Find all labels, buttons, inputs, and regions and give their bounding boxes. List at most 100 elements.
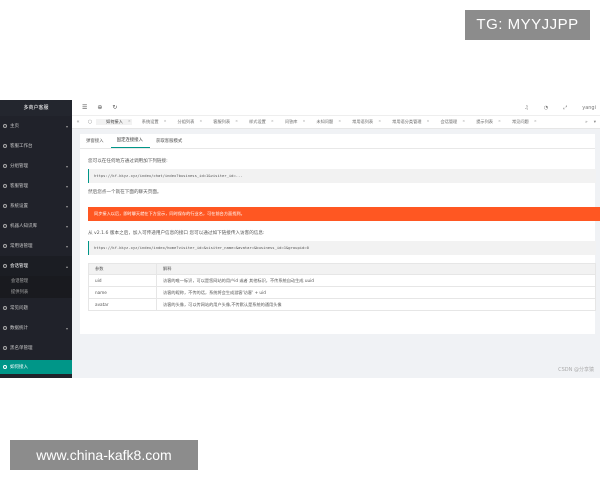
- close-icon[interactable]: ×: [164, 119, 167, 123]
- home-tab-icon[interactable]: ○: [84, 119, 96, 125]
- tab-4[interactable]: 样式设置 ×: [239, 119, 275, 125]
- bell-icon[interactable]: ♫: [524, 105, 528, 111]
- sidebar-item-a1[interactable]: 数据统计 ▾: [0, 318, 72, 338]
- close-icon[interactable]: ×: [338, 119, 341, 123]
- chevron-down-icon: ▾: [65, 183, 68, 189]
- circle-icon: [3, 346, 7, 350]
- sidebar: 多商户客服 主页 ▾ 客服工作台 分组管理 ▾ 客服管理 ▾ 系统设置 ▾ 机器人知识库 ▾ 常用语管…: [0, 100, 72, 378]
- tab-0[interactable]: 如何接入 ×: [96, 119, 132, 125]
- close-icon[interactable]: ×: [534, 119, 537, 123]
- subtab-1[interactable]: 固定连接接入: [110, 137, 150, 148]
- tab-8[interactable]: 常用语分类管理 ×: [382, 119, 430, 125]
- sidebar-item-label: 常用语管理: [10, 244, 33, 249]
- main-area: ☰ ⊕ ↻ ♫ ◔ ⤢ yangi « ○ 如何接入 × 系统设置 × 分组列表 × 客服列…: [72, 100, 600, 378]
- close-icon[interactable]: ×: [498, 119, 501, 123]
- param-explain: 访客的唯一标识，可以是您网站的用户id 或者 其他标识，不传系统自动生成 uui…: [156, 274, 596, 287]
- subtab-0[interactable]: 弹窗接入: [80, 138, 111, 148]
- fullscreen-icon[interactable]: ⤢: [563, 105, 567, 111]
- tabs-right-controls: » ▾: [580, 116, 600, 128]
- param-name: avatar: [88, 298, 157, 311]
- sidebar-item-label: 如何接入: [10, 365, 28, 370]
- tabs-prev-icon[interactable]: «: [72, 119, 84, 125]
- tab-3[interactable]: 客服列表 ×: [203, 119, 239, 125]
- sidebar-item-4[interactable]: 系统设置 ▾: [0, 196, 72, 216]
- sidebar-item-6[interactable]: 常用语管理 ▾: [0, 236, 72, 256]
- sidebar-item-label: 客服管理: [10, 184, 28, 189]
- version-line: 从 v2.1.6 版本之后，加入可传递用户信息的接口 您可以通过如下链接传入访客…: [88, 231, 265, 236]
- tab-11[interactable]: 常见问题 ×: [502, 119, 538, 125]
- subtab-2[interactable]: 获取客服模式: [150, 138, 189, 148]
- refresh-icon[interactable]: ↻: [112, 104, 117, 111]
- table-row: name 访客的昵称，不传的话，系统将会生成游客'访客' + uid: [88, 286, 596, 299]
- sidebar-item-label: 会话管理: [10, 264, 28, 269]
- globe-icon[interactable]: ⊕: [97, 104, 102, 111]
- user-name[interactable]: yangi: [582, 105, 596, 111]
- circle-icon: [3, 244, 7, 248]
- tab-label: 样式设置: [249, 119, 266, 124]
- circle-icon: [3, 306, 7, 310]
- close-icon[interactable]: ×: [462, 119, 465, 123]
- params-table: 参数 解释 uid 访客的唯一标识，可以是您网站的用户id 或者 其他标识，不传系…: [88, 263, 596, 311]
- sidebar-item-0[interactable]: 主页 ▾: [0, 116, 72, 136]
- close-icon[interactable]: ×: [302, 119, 305, 123]
- admin-app: 多商户客服 主页 ▾ 客服工作台 分组管理 ▾ 客服管理 ▾ 系统设置 ▾ 机器人知识库 ▾ 常用语管…: [0, 100, 600, 378]
- code-link-1: https://kf.kkyz.xyz/index/chat/index?bus…: [88, 169, 596, 183]
- table-row: uid 访客的唯一标识，可以是您网站的用户id 或者 其他标识，不传系统自动生成 …: [88, 274, 596, 287]
- close-icon[interactable]: ×: [128, 119, 131, 123]
- code-link-2: https://kf.kkyz.xyz/index/index/home?vis…: [88, 241, 596, 255]
- tab-label: 提示列表: [476, 119, 493, 124]
- subtabs: 弹窗接入 固定连接接入 获取客服模式: [80, 134, 595, 149]
- sidebar-item-a2[interactable]: 黑名单管理: [0, 338, 72, 358]
- circle-icon: [3, 164, 7, 168]
- sidebar-item-5[interactable]: 机器人知识库 ▾: [0, 216, 72, 236]
- tabs-next-icon[interactable]: »: [585, 120, 588, 125]
- tab-6[interactable]: 未知问题 ×: [306, 119, 342, 125]
- table-header-row: 参数 解释: [88, 263, 596, 275]
- tab-5[interactable]: 问答库 ×: [275, 119, 307, 125]
- tab-10[interactable]: 提示列表 ×: [466, 119, 502, 125]
- chevron-down-icon: ▾: [65, 203, 68, 209]
- tab-label: 常见问题: [511, 119, 529, 124]
- sidebar-item-a0[interactable]: 常见问题: [0, 298, 72, 318]
- circle-icon: [3, 124, 7, 128]
- topbar-right: ♫ ◔ ⤢ yangi: [509, 100, 596, 115]
- chevron-down-icon[interactable]: ▾: [594, 120, 596, 125]
- close-icon[interactable]: ×: [271, 119, 274, 123]
- sidebar-subitem-0[interactable]: 会话管理: [0, 276, 72, 287]
- intro-line: 您可以在任何地方通过调用加下列链接:: [88, 159, 168, 164]
- sidebar-item-label: 客服工作台: [10, 144, 33, 149]
- circle-icon: [3, 144, 7, 148]
- sidebar-item-7[interactable]: 会话管理 ▴: [0, 256, 72, 276]
- tab-1[interactable]: 系统设置 ×: [132, 119, 168, 125]
- chevron-down-icon: ▾: [65, 325, 68, 331]
- theme-icon[interactable]: ◔: [544, 105, 548, 111]
- sidebar-logo: 多商户客服: [0, 100, 72, 116]
- chevron-down-icon: ▾: [65, 123, 68, 129]
- chevron-down-icon: ▾: [65, 243, 68, 249]
- col-header-explain: 解释: [156, 263, 596, 275]
- sidebar-item-3[interactable]: 客服管理 ▾: [0, 176, 72, 196]
- menu-toggle-icon[interactable]: ☰: [82, 104, 87, 111]
- tab-9[interactable]: 会话管理 ×: [430, 119, 466, 125]
- close-icon[interactable]: ×: [235, 119, 238, 123]
- table-row: avatar 访客的头像，可以传网站的用户头像,不传默认是系统的通用头像: [88, 298, 596, 311]
- chevron-down-icon: ▾: [65, 223, 68, 229]
- chevron-up-icon: ▴: [65, 263, 68, 269]
- watermark-top: TG: MYYJJPP: [465, 10, 590, 40]
- close-icon[interactable]: ×: [199, 119, 202, 123]
- close-icon[interactable]: ×: [378, 119, 381, 123]
- sidebar-item-access[interactable]: 如何接入: [0, 360, 72, 374]
- sidebar-item-2[interactable]: 分组管理 ▾: [0, 156, 72, 176]
- close-icon[interactable]: ×: [427, 119, 430, 123]
- sidebar-item-1[interactable]: 客服工作台: [0, 136, 72, 156]
- sidebar-subitem-1[interactable]: 提供列表: [0, 287, 72, 298]
- sidebar-item-label: 机器人知识库: [10, 224, 37, 229]
- circle-icon: [3, 264, 7, 268]
- tab-label: 会话管理: [440, 119, 458, 124]
- tab-label: 系统设置: [141, 119, 159, 124]
- chevron-down-icon: ▾: [65, 163, 68, 169]
- tab-2[interactable]: 分组列表 ×: [168, 119, 204, 125]
- tab-label: 客服列表: [213, 119, 231, 124]
- sidebar-item-label: 数据统计: [10, 326, 28, 331]
- tab-7[interactable]: 常用语列表 ×: [342, 119, 382, 125]
